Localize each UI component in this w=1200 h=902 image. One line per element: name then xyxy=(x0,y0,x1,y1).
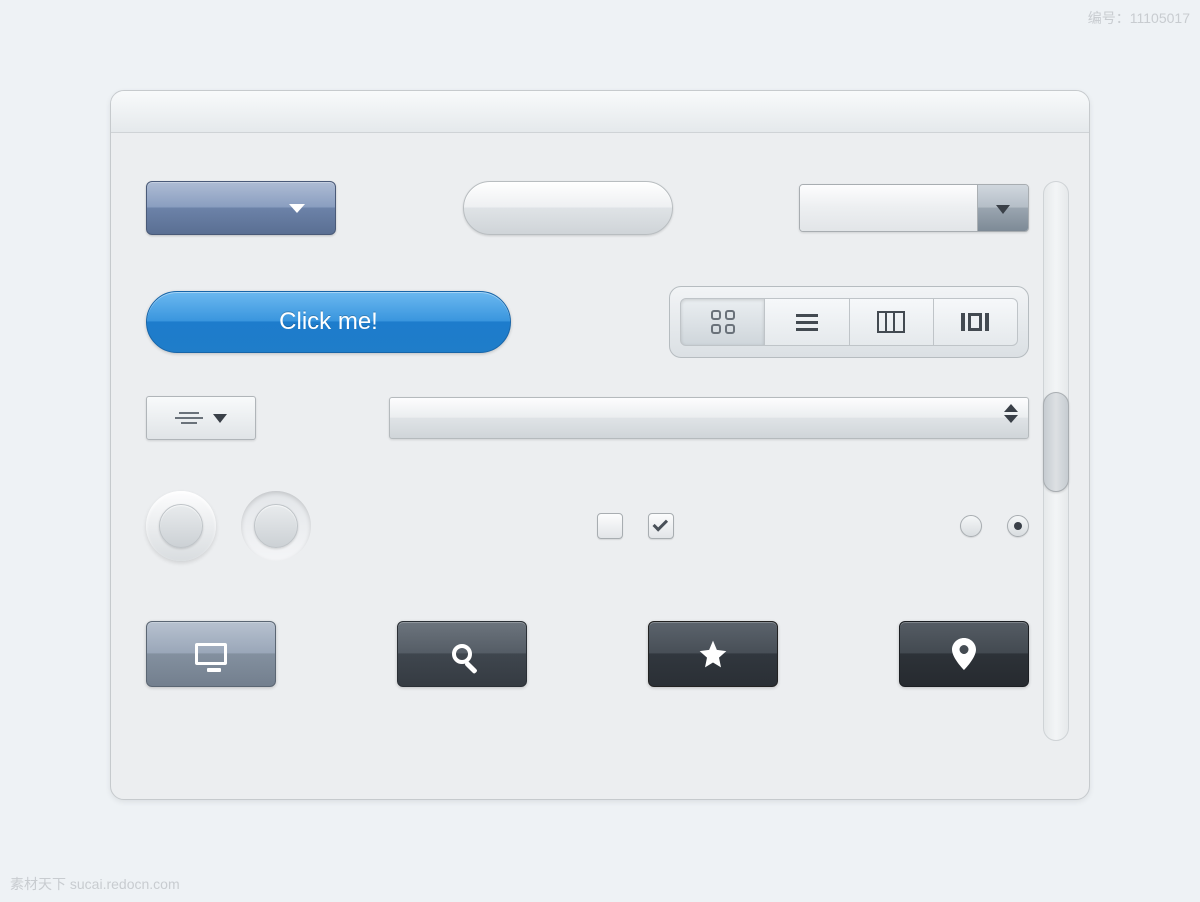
watermark-bottom-left: 素材天下 sucai.redocn.com xyxy=(10,874,180,894)
radio-dot-icon xyxy=(1014,522,1022,530)
segmented-control xyxy=(669,286,1029,358)
align-center-icon xyxy=(175,412,203,424)
chevron-down-icon xyxy=(213,414,227,423)
grid-icon xyxy=(711,310,735,334)
star-button[interactable] xyxy=(648,621,778,687)
search-icon xyxy=(452,644,472,664)
scrollbar-track[interactable] xyxy=(1043,181,1069,741)
round-button-inner xyxy=(254,504,298,548)
click-me-button[interactable]: Click me! xyxy=(146,291,511,353)
monitor-button[interactable] xyxy=(146,621,276,687)
radio-checked[interactable] xyxy=(1007,515,1029,537)
radio-unchecked[interactable] xyxy=(960,515,982,537)
checkmark-icon xyxy=(653,516,669,532)
segment-list-view[interactable] xyxy=(765,298,849,346)
scrollbar-thumb[interactable] xyxy=(1043,392,1069,492)
chevron-down-icon xyxy=(289,204,305,213)
monitor-icon xyxy=(195,643,227,665)
watermark-top-right: 编号：11105017 xyxy=(1088,8,1190,28)
stepper-icon[interactable] xyxy=(1004,404,1018,423)
segment-carousel-view[interactable] xyxy=(934,298,1018,346)
combo-box[interactable] xyxy=(799,184,1029,232)
round-button-inner xyxy=(159,504,203,548)
search-button[interactable] xyxy=(397,621,527,687)
checkbox-unchecked[interactable] xyxy=(597,513,623,539)
location-button[interactable] xyxy=(899,621,1029,687)
star-icon xyxy=(697,638,729,670)
segment-grid-view[interactable] xyxy=(680,298,765,346)
list-icon xyxy=(796,314,818,331)
dropdown-button-blue[interactable] xyxy=(146,181,336,235)
combo-trigger[interactable] xyxy=(978,185,1028,231)
combo-field[interactable] xyxy=(800,185,978,231)
columns-icon xyxy=(877,311,905,333)
chevron-down-icon xyxy=(996,205,1010,214)
round-button-inset[interactable] xyxy=(241,491,311,561)
round-button-raised[interactable] xyxy=(146,491,216,561)
map-pin-icon xyxy=(952,638,976,670)
select-stepper-field[interactable] xyxy=(389,397,1029,439)
checkbox-checked[interactable] xyxy=(648,513,674,539)
titlebar[interactable] xyxy=(111,91,1089,133)
window: Click me! xyxy=(110,90,1090,800)
carousel-icon xyxy=(961,313,989,331)
pill-button[interactable] xyxy=(463,181,673,235)
segment-columns-view[interactable] xyxy=(850,298,934,346)
alignment-dropdown[interactable] xyxy=(146,396,256,440)
